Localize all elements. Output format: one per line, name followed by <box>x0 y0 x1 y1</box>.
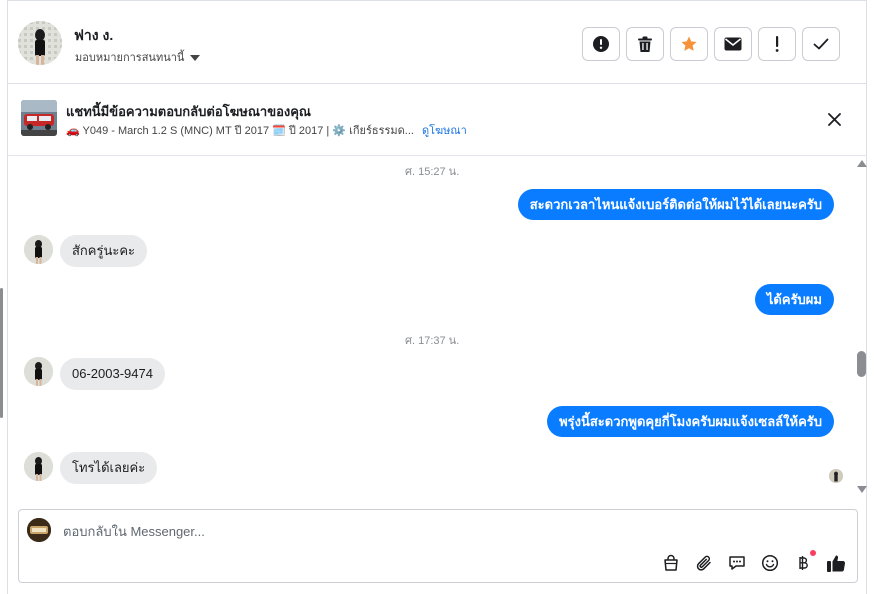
ad-context-banner: แชทนี้มีข้อความตอบกลับต่อโฆษณาของคุณ 🚗 Y… <box>8 84 866 156</box>
reply-composer <box>18 509 858 583</box>
outgoing-message[interactable]: สะดวกเวลาไหนแจ้งเบอร์ติดต่อให้ผมไว้ได้เล… <box>517 189 834 220</box>
close-banner-button[interactable] <box>824 109 844 129</box>
sender-avatar[interactable] <box>24 235 53 264</box>
scrollbar-thumb[interactable] <box>857 351 866 377</box>
ad-banner-subtitle: 🚗 Y049 - March 1.2 S (MNC) MT ปี 2017 🗓️… <box>66 125 414 137</box>
view-ad-link[interactable]: ดูโฆษณา <box>422 121 467 139</box>
conversation-panel: ฟาง ง. มอบหมายการสนทนานี้ แชทนี้มีข้อควา… <box>7 0 867 594</box>
sender-avatar[interactable] <box>24 452 53 481</box>
seen-receipt-avatar <box>829 469 843 483</box>
envelope-icon <box>724 37 742 51</box>
sender-avatar[interactable] <box>24 357 53 386</box>
assign-conversation-dropdown[interactable]: มอบหมายการสนทนานี้ <box>75 48 201 66</box>
page-avatar <box>27 518 51 542</box>
send-like-button[interactable] <box>825 552 847 574</box>
ad-banner-subtitle-row: 🚗 Y049 - March 1.2 S (MNC) MT ปี 2017 🗓️… <box>66 121 467 139</box>
contact-avatar[interactable] <box>18 21 62 65</box>
attach-file-button[interactable] <box>693 552 715 574</box>
shopping-bag-icon <box>664 554 678 571</box>
notification-dot <box>810 550 816 556</box>
baht-payment-icon <box>799 556 808 570</box>
thumbs-up-icon <box>827 555 846 572</box>
caret-down-icon <box>190 54 201 61</box>
report-spam-button[interactable] <box>582 27 620 61</box>
alert-circle-icon <box>593 36 609 52</box>
incoming-message[interactable]: สักครู่นะคะ <box>60 235 148 267</box>
close-icon <box>827 112 841 126</box>
exclamation-icon <box>775 36 779 52</box>
assign-label: มอบหมายการสนทนานี้ <box>75 52 185 64</box>
star-icon <box>681 36 697 51</box>
outgoing-message[interactable]: ได้ครับผม <box>754 284 834 315</box>
follow-up-button[interactable] <box>758 27 796 61</box>
contact-name: ฟาง ง. <box>74 27 114 43</box>
incoming-message[interactable]: โทรได้เลยค่ะ <box>60 452 158 484</box>
mark-unread-button[interactable] <box>714 27 752 61</box>
ad-thumbnail[interactable] <box>21 100 57 136</box>
emoji-button[interactable] <box>759 552 781 574</box>
scroll-up-arrow-icon[interactable] <box>857 160 867 167</box>
saved-replies-button[interactable] <box>726 552 748 574</box>
ad-banner-title: แชทนี้มีข้อความตอบกลับต่อโฆษณาของคุณ <box>66 104 311 119</box>
outgoing-message[interactable]: พรุ่งนี้สะดวกพูดคุยกี่โมงครับผมแจ้งเซลล์… <box>547 406 834 437</box>
scroll-down-arrow-icon[interactable] <box>857 486 867 493</box>
check-icon <box>813 38 829 50</box>
timestamp: ศ. 15:27 น. <box>405 166 460 178</box>
paperclip-icon <box>696 555 711 571</box>
conversation-actions <box>582 27 840 61</box>
conversation-header: ฟาง ง. มอบหมายการสนทนานี้ <box>8 0 866 84</box>
emoji-icon <box>761 554 779 572</box>
delete-button[interactable] <box>626 27 664 61</box>
timestamp: ศ. 17:37 น. <box>405 335 460 347</box>
trash-icon <box>638 36 652 52</box>
reply-input[interactable] <box>63 520 663 542</box>
message-thread[interactable]: ศ. 15:27 น. สะดวกเวลาไหนแจ้งเบอร์ติดต่อใ… <box>8 156 866 496</box>
payment-button[interactable] <box>792 550 816 574</box>
star-button[interactable] <box>670 27 708 61</box>
mark-done-button[interactable] <box>802 27 840 61</box>
incoming-message[interactable]: 06-2003-9474 <box>60 358 165 390</box>
shopping-bag-button[interactable] <box>660 552 682 574</box>
window-edge-scrollbar <box>0 288 3 418</box>
saved-reply-icon <box>729 556 745 570</box>
composer-toolbar <box>660 550 847 574</box>
